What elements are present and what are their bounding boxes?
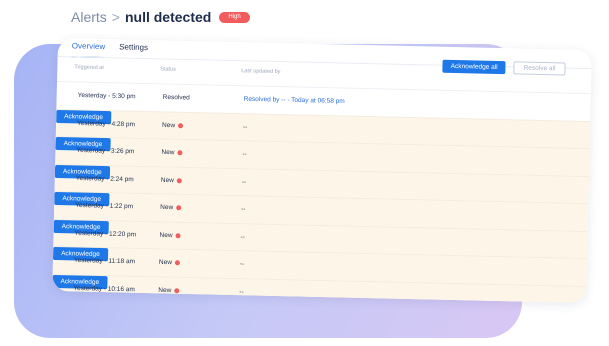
status-label: New [158, 286, 172, 294]
column-status: Status [160, 66, 176, 73]
breadcrumb-separator: > [111, 9, 120, 25]
last-updated-cell: Resolved by -- - Today at 06:58 pm [243, 95, 345, 106]
alert-dot-icon [177, 150, 183, 156]
status-label: New [158, 259, 173, 267]
status-cell: Resolved [163, 94, 190, 102]
breadcrumb-alerts-link[interactable]: Alerts [71, 9, 107, 25]
status-cell: New [161, 121, 184, 129]
alert-dot-icon [174, 260, 181, 266]
triggered-time: Yesterday - 5:30 pm [77, 92, 136, 101]
last-updated-cell: -- [239, 288, 244, 296]
triggered-time: Yesterday - 3:26 pm [76, 147, 135, 156]
last-updated-cell: -- [242, 150, 247, 159]
triggered-time: Yesterday - 4:28 pm [76, 119, 136, 129]
resolve-all-button[interactable]: Resolve all [513, 61, 566, 76]
triggered-time: Yesterday - 1:22 pm [75, 202, 134, 211]
breadcrumb: Alerts > null detected High [71, 9, 250, 25]
alert-dot-icon [176, 177, 182, 183]
status-cell: New [161, 149, 183, 157]
alert-dot-icon [175, 232, 181, 238]
last-updated-cell: -- [242, 123, 248, 131]
column-triggered-at: Triggered at [74, 64, 104, 72]
status-cell: New [159, 231, 181, 239]
last-updated-cell: -- [239, 260, 245, 269]
last-updated-cell: -- [240, 233, 245, 241]
triggered-time: Yesterday - 11:18 am [73, 257, 136, 266]
status-label: New [160, 204, 174, 212]
column-last-updated: Last updated by [241, 68, 281, 76]
status-cell: New [158, 286, 180, 294]
status-label: Resolved [162, 94, 190, 102]
last-updated-cell: -- [241, 205, 246, 214]
alerts-table: Yesterday - 5:30 pm Resolved Resolved by -… [52, 80, 591, 304]
status-label: New [159, 231, 173, 239]
status-cell: New [161, 177, 182, 184]
alerts-panel: Overview Settings Acknowledge all Resolv… [52, 38, 592, 304]
alert-dot-icon [176, 205, 182, 211]
last-updated-cell: -- [241, 178, 247, 186]
alert-dot-icon [174, 287, 180, 293]
status-label: New [161, 121, 176, 129]
triggered-time: Yesterday - 12:20 pm [74, 229, 137, 239]
status-label: New [160, 176, 174, 184]
status-cell: New [160, 204, 182, 212]
severity-badge: High [219, 11, 250, 23]
triggered-time: Yesterday - 2:24 pm [75, 174, 134, 184]
status-label: New [161, 149, 175, 157]
alert-dot-icon [178, 122, 184, 128]
page-title: null detected [124, 9, 212, 25]
status-cell: New [158, 259, 181, 267]
